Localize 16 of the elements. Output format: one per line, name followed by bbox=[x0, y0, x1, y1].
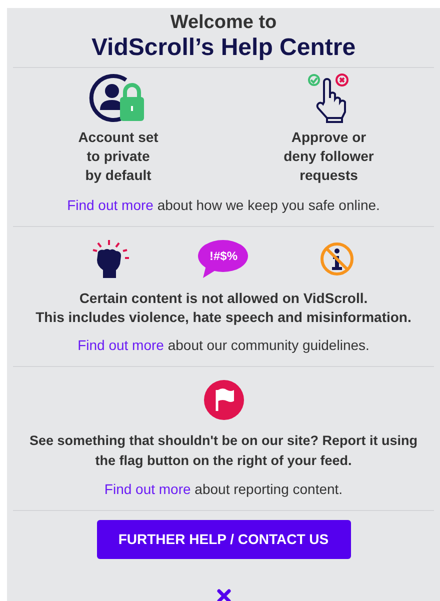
find-out-more-link[interactable]: Find out more bbox=[78, 337, 164, 353]
find-out-more-link[interactable]: Find out more bbox=[104, 481, 191, 497]
flag-icon bbox=[202, 379, 244, 421]
find-out-more-link[interactable]: Find out more bbox=[67, 197, 154, 213]
report-text: See something that shouldn't be on our site? Report it using the flag button on the right of your feed. bbox=[30, 432, 418, 470]
welcome-heading: Welcome to bbox=[170, 12, 277, 34]
rules-text: Certain content is not allowed on VidScroll. This includes violence, hate speech and misinformation. bbox=[36, 289, 412, 327]
info-text: Find out more about how we keep you safe online. bbox=[67, 196, 380, 215]
info-text: Find out more about our community guidelines. bbox=[78, 336, 370, 355]
feature-text: Account set to private by default bbox=[78, 128, 158, 185]
help-centre-title: VidScroll’s Help Centre bbox=[91, 34, 356, 62]
feature-text: Approve or deny follower requests bbox=[284, 128, 374, 185]
close-icon[interactable] bbox=[216, 589, 230, 601]
contact-us-button[interactable]: FURTHER HELP / CONTACT US bbox=[96, 520, 350, 559]
info-text: Find out more about reporting content. bbox=[104, 480, 343, 499]
no-info-icon bbox=[319, 241, 356, 277]
